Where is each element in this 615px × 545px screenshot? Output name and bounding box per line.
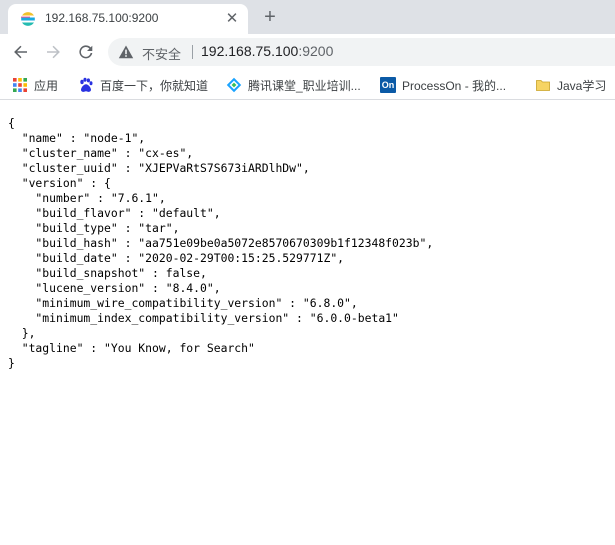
folder-icon [536,80,550,91]
bookmark-label: 百度一下，你就知道 [100,78,209,93]
bookmark-label: ProcessOn - 我的... [402,78,507,93]
tencent-classroom-icon [226,77,242,93]
url-host: 192.168.75.100 [201,43,299,59]
back-arrow-icon [14,45,27,59]
bookmark-apps[interactable]: 应用 [12,77,58,93]
tab-strip: 192.168.75.100:9200 ✕ + [0,0,615,34]
address-bar[interactable]: 不安全 192.168.75.100:9200 [108,38,615,66]
warning-icon[interactable] [118,44,134,60]
json-body: { "name" : "node-1", "cluster_name" : "c… [8,116,608,371]
json-line: "build_type" : "tar", [8,221,180,235]
bookmark-label: 腾讯课堂_职业培训... [248,78,361,93]
json-line: "cluster_uuid" : "XJEPVaRtS7S673iARDlhDw… [8,161,310,175]
json-line: "build_hash" : "aa751e09be0a5072e8570670… [8,236,434,250]
json-line: }, [8,326,36,340]
json-line: "name" : "node-1", [8,131,146,145]
forward-button[interactable] [41,40,65,64]
json-line: "lucene_version" : "8.4.0", [8,281,221,295]
json-line: { [8,116,15,130]
back-button[interactable] [9,40,33,64]
bookmarks-bar: 应用 百度一下，你就知道 腾讯课堂_职业培训... On ProcessOn -… [0,70,615,100]
json-line: "build_snapshot" : false, [8,266,207,280]
apps-grid-icon [13,78,27,92]
new-tab-icon[interactable]: + [259,6,281,28]
json-line: "tagline" : "You Know, for Search" [8,341,255,355]
bookmark-label: 应用 [34,78,59,93]
json-line: "number" : "7.6.1", [8,191,166,205]
json-line: } [8,356,15,370]
processon-icon: On [380,77,396,93]
bookmark-label: Java学习 [557,78,607,93]
tab-active[interactable]: 192.168.75.100:9200 ✕ [8,4,248,34]
omnibox-divider [192,45,193,59]
browser-toolbar: 不安全 192.168.75.100:9200 [0,34,615,70]
json-response: { "name" : "node-1", "cluster_name" : "c… [8,116,608,371]
bookmark-processon[interactable]: On ProcessOn - 我的... [380,77,506,93]
reload-button[interactable] [74,40,98,64]
json-line: "minimum_wire_compatibility_version" : "… [8,296,358,310]
security-status[interactable]: 不安全 [142,44,181,63]
json-line: "cluster_name" : "cx-es", [8,146,194,160]
json-line: "minimum_index_compatibility_version" : … [8,311,399,325]
tab-close-icon[interactable]: ✕ [223,10,241,28]
forward-arrow-icon [47,45,60,59]
reload-icon [79,45,93,59]
tab-title: 192.168.75.100:9200 [45,11,159,25]
bookmark-folder-java[interactable]: Java学习 [535,77,606,93]
json-line: "build_flavor" : "default", [8,206,221,220]
url-text[interactable]: 192.168.75.100:9200 [201,43,333,59]
json-line: "version" : { [8,176,111,190]
json-line: "build_date" : "2020-02-29T00:15:25.5297… [8,251,345,265]
bookmark-tencent[interactable]: 腾讯课堂_职业培训... [226,77,361,93]
elastic-icon [20,11,36,27]
baidu-paw-icon [80,77,93,92]
url-port: :9200 [298,43,334,59]
bookmark-baidu[interactable]: 百度一下，你就知道 [78,77,208,93]
